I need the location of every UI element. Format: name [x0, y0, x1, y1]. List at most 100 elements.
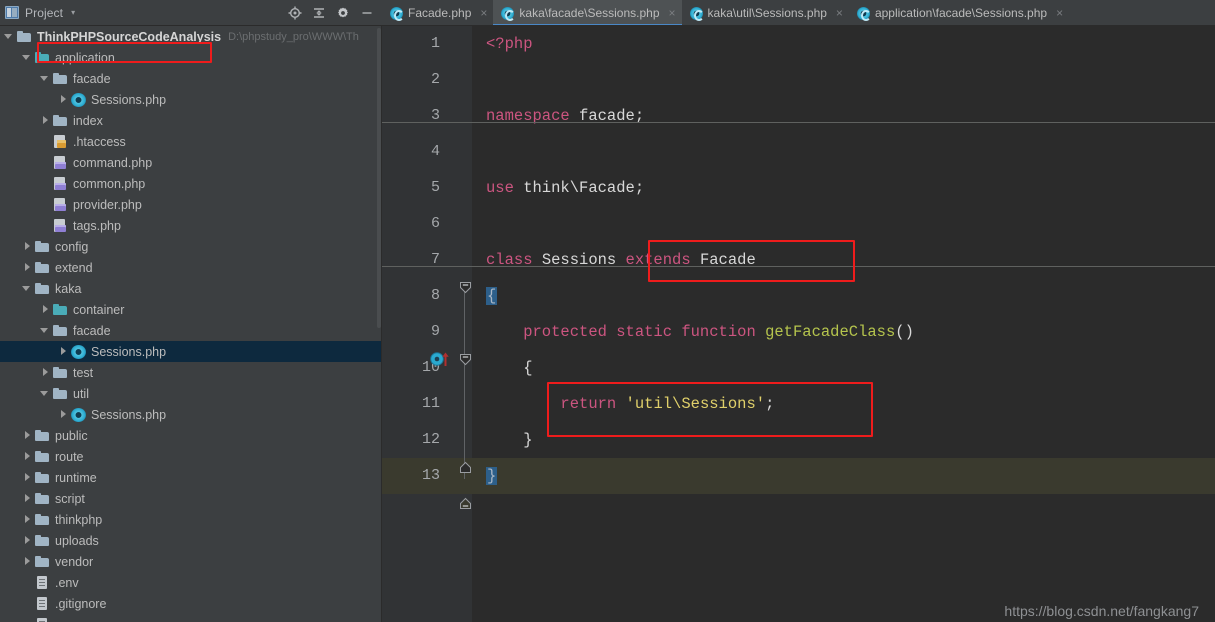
tree-node[interactable]: provider.php [0, 194, 382, 215]
tree-root-node[interactable]: ThinkPHPSourceCodeAnalysis D:\phpstudy_pr… [0, 26, 382, 47]
tab-close-icon[interactable]: × [1056, 7, 1063, 19]
code-line-3[interactable]: namespace facade; [472, 98, 1215, 134]
code-line-5[interactable]: use think\Facade; [472, 170, 1215, 206]
code-line-13[interactable]: } [472, 458, 1215, 494]
editor-tab-2[interactable]: kaka\facade\Sessions.php × [493, 0, 682, 25]
tab-close-icon[interactable]: × [480, 7, 487, 19]
chevron-right-icon[interactable] [40, 367, 51, 378]
tree-node[interactable] [0, 614, 382, 622]
tree-node[interactable]: Sessions.php [0, 404, 382, 425]
chevron-down-icon[interactable]: ▾ [71, 8, 75, 17]
fold-marker-line-7[interactable] [459, 281, 471, 294]
tree-node[interactable]: command.php [0, 152, 382, 173]
chevron-down-icon[interactable] [40, 73, 51, 84]
code-line-2[interactable] [472, 62, 1215, 98]
tab-close-icon[interactable]: × [836, 7, 843, 19]
chevron-down-icon[interactable] [22, 52, 33, 63]
php-class-icon [71, 92, 86, 107]
tree-node[interactable]: .gitignore [0, 593, 382, 614]
chevron-down-icon[interactable] [22, 283, 33, 294]
tree-node-label: facade [73, 323, 111, 338]
folder-icon [35, 513, 50, 526]
editor-tab-label: Facade.php [408, 6, 472, 20]
tree-node[interactable]: script [0, 488, 382, 509]
editor-fold-column[interactable] [459, 26, 472, 622]
tab-close-icon[interactable]: × [669, 7, 676, 19]
tree-node[interactable]: index [0, 110, 382, 131]
chevron-right-icon[interactable] [58, 409, 69, 420]
locate-icon[interactable] [284, 2, 306, 24]
overriding-method-marker-icon[interactable] [430, 351, 452, 367]
code-token: } [486, 467, 498, 485]
code-line-6[interactable] [472, 206, 1215, 242]
tree-node[interactable]: Sessions.php [0, 341, 382, 362]
tree-node[interactable]: common.php [0, 173, 382, 194]
fold-marker-end-line-13[interactable] [459, 497, 471, 509]
tree-node[interactable]: facade [0, 68, 382, 89]
settings-gear-icon[interactable] [332, 2, 354, 24]
tree-node[interactable]: .env [0, 572, 382, 593]
tree-node[interactable]: facade [0, 320, 382, 341]
chevron-right-icon[interactable] [22, 472, 33, 483]
collapse-all-icon[interactable] [308, 2, 330, 24]
code-line-7[interactable]: class Sessions extends Facade [472, 242, 1215, 278]
tree-node[interactable]: public [0, 425, 382, 446]
tree-node[interactable]: uploads [0, 530, 382, 551]
chevron-right-icon[interactable] [40, 115, 51, 126]
chevron-down-icon[interactable] [4, 31, 15, 42]
code-line-12[interactable]: } [472, 422, 1215, 458]
line-number: 12 [421, 431, 440, 448]
tree-node[interactable]: container [0, 299, 382, 320]
chevron-right-icon[interactable] [22, 493, 33, 504]
tree-node[interactable]: .htaccess [0, 131, 382, 152]
tree-node[interactable]: application [0, 47, 382, 68]
chevron-down-icon[interactable] [40, 325, 51, 336]
editor-tab-1[interactable]: Facade.php × [382, 0, 494, 25]
project-panel-title: Project [25, 5, 64, 20]
tree-node[interactable]: config [0, 236, 382, 257]
chevron-right-icon[interactable] [22, 514, 33, 525]
code-line-9[interactable]: protected static function getFacadeClass… [472, 314, 1215, 350]
tree-node-label: extend [55, 260, 93, 275]
tree-node[interactable]: Sessions.php [0, 89, 382, 110]
tree-node-label: provider.php [73, 197, 142, 212]
editor-code-area[interactable]: <?php namespace facade; use think\Facade; c… [382, 26, 1215, 622]
chevron-right-icon[interactable] [58, 94, 69, 105]
tree-node[interactable]: kaka [0, 278, 382, 299]
tree-node-label: .gitignore [55, 596, 107, 611]
php-file-icon [53, 156, 68, 169]
code-line-1[interactable]: <?php [472, 26, 1215, 62]
chevron-down-icon[interactable] [40, 388, 51, 399]
editor-tab-4[interactable]: application\facade\Sessions.php × [848, 0, 1070, 25]
code-line-4[interactable] [472, 134, 1215, 170]
tree-node-label: test [73, 365, 94, 380]
hide-panel-icon[interactable] [356, 2, 378, 24]
folder-icon [17, 30, 32, 43]
chevron-right-icon[interactable] [22, 535, 33, 546]
chevron-right-icon[interactable] [22, 556, 33, 567]
editor-tab-3[interactable]: kaka\util\Sessions.php × [681, 0, 849, 25]
chevron-right-icon[interactable] [58, 346, 69, 357]
fold-marker-line-9[interactable] [459, 353, 471, 366]
chevron-right-icon[interactable] [22, 241, 33, 252]
tree-node[interactable]: vendor [0, 551, 382, 572]
fold-marker-end-line-12[interactable] [459, 461, 471, 473]
tree-node[interactable]: test [0, 362, 382, 383]
tree-node[interactable]: thinkphp [0, 509, 382, 530]
tree-node[interactable]: extend [0, 257, 382, 278]
code-line-8[interactable]: { [472, 278, 1215, 314]
code-line-11[interactable]: return 'util\Sessions'; [472, 386, 1215, 422]
code-editor[interactable]: <?php namespace facade; use think\Facade; c… [382, 26, 1215, 622]
tree-node-label: util [73, 386, 89, 401]
code-line-10[interactable]: { [472, 350, 1215, 386]
chevron-right-icon[interactable] [22, 451, 33, 462]
tree-node[interactable]: runtime [0, 467, 382, 488]
chevron-right-icon[interactable] [40, 304, 51, 315]
chevron-right-icon[interactable] [22, 430, 33, 441]
folder-icon [53, 366, 68, 379]
chevron-right-icon[interactable] [22, 262, 33, 273]
tree-node[interactable]: tags.php [0, 215, 382, 236]
tree-node[interactable]: util [0, 383, 382, 404]
tree-node[interactable]: route [0, 446, 382, 467]
line-number: 1 [430, 35, 440, 52]
